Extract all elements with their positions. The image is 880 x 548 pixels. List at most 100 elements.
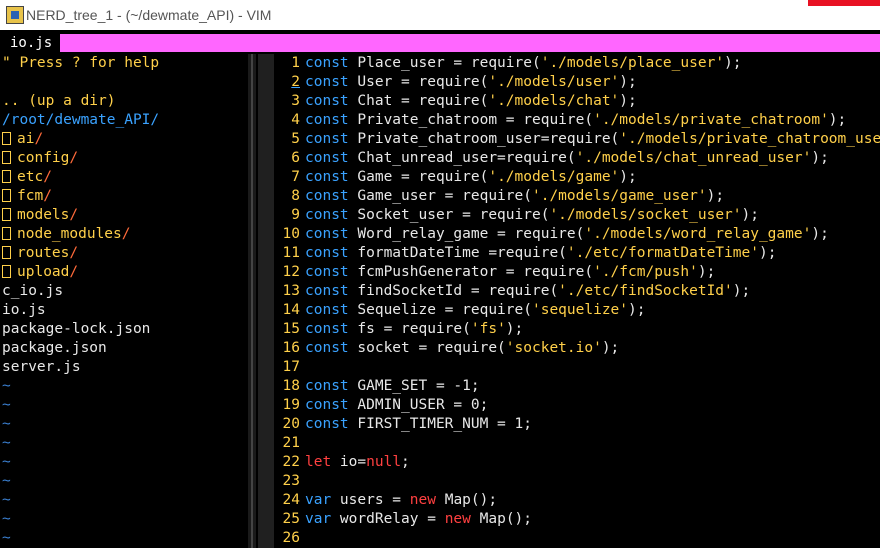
- keyword-special: new: [409, 492, 436, 508]
- code-line[interactable]: 8 const Game_user = require('./models/gam…: [276, 187, 880, 206]
- empty-line-tilde: ~: [2, 492, 11, 508]
- code-line[interactable]: 1 const Place_user = require('./models/pl…: [276, 54, 880, 73]
- code-line[interactable]: 12 const fcmPushGenerator = require('./fc…: [276, 263, 880, 282]
- tree-dir-fcm[interactable]: fcm/: [0, 187, 248, 206]
- tree-dir-config[interactable]: config/: [0, 149, 248, 168]
- line-number: 26: [282, 530, 300, 546]
- tree-file[interactable]: server.js: [0, 358, 248, 377]
- dir-slash: /: [69, 207, 79, 223]
- line-number: 8: [291, 188, 300, 204]
- line-number: 5: [291, 131, 300, 147]
- string-literal: './models/private_chatroom': [593, 112, 829, 128]
- code-line[interactable]: 6 const Chat_unread_user=require('./model…: [276, 149, 880, 168]
- tree-file[interactable]: package-lock.json: [0, 320, 248, 339]
- keyword: const: [305, 55, 349, 71]
- window-separator[interactable]: [248, 54, 256, 548]
- root-path[interactable]: /root/dewmate_API/: [0, 111, 248, 130]
- code-line[interactable]: 13 const findSocketId = require('./etc/fi…: [276, 282, 880, 301]
- tree-file[interactable]: c_io.js: [0, 282, 248, 301]
- code-line[interactable]: 17: [276, 358, 880, 377]
- editor-pane[interactable]: 1 const Place_user = require('./models/pl…: [276, 54, 880, 548]
- line-number: 17: [282, 359, 300, 375]
- code-text: findSocketId = require(: [348, 283, 559, 299]
- code-line[interactable]: 23: [276, 472, 880, 491]
- keyword: const: [305, 93, 349, 109]
- code-line[interactable]: 25 var wordRelay = new Map();: [276, 510, 880, 529]
- code-line[interactable]: 18 const GAME_SET = -1;: [276, 377, 880, 396]
- string-literal: './models/user': [488, 74, 620, 90]
- empty-line-tilde: ~: [2, 511, 11, 527]
- folder-icon: [2, 227, 11, 240]
- code-text: Chat_unread_user=require(: [348, 150, 576, 166]
- tree-file[interactable]: package.json: [0, 339, 248, 358]
- code-text: );: [697, 264, 716, 280]
- line-number: 6: [291, 150, 300, 166]
- code-text: );: [732, 283, 751, 299]
- line-number: 23: [282, 473, 300, 489]
- code-line[interactable]: 20 const FIRST_TIMER_NUM = 1;: [276, 415, 880, 434]
- code-line[interactable]: 5 const Private_chatroom_user=require('./…: [276, 130, 880, 149]
- tree-dir-etc[interactable]: etc/: [0, 168, 248, 187]
- code-text: );: [828, 112, 847, 128]
- code-line[interactable]: 2 const User = require('./models/user');: [276, 73, 880, 92]
- line-number: 14: [282, 302, 300, 318]
- code-text: );: [628, 302, 646, 318]
- code-line[interactable]: 21: [276, 434, 880, 453]
- empty-line-tilde: ~: [2, 435, 11, 451]
- code-line[interactable]: 14 const Sequelize = require('sequelize')…: [276, 301, 880, 320]
- code-text: fs = require(: [348, 321, 471, 337]
- code-text: Game_user = require(: [348, 188, 532, 204]
- code-text: io=: [331, 454, 367, 470]
- code-line[interactable]: 10 const Word_relay_game = require('./mod…: [276, 225, 880, 244]
- code-text: );: [724, 55, 742, 71]
- folder-icon: [2, 208, 11, 221]
- dir-slash: /: [34, 131, 44, 147]
- keyword: const: [305, 416, 349, 432]
- title-bar: NERD_tree_1 - (~/dewmate_API) - VIM: [0, 0, 880, 30]
- line-number: 13: [282, 283, 300, 299]
- tree-dir-routes[interactable]: routes/: [0, 244, 248, 263]
- code-line[interactable]: 7 const Game = require('./models/game');: [276, 168, 880, 187]
- dir-name: ai: [17, 131, 35, 147]
- dir-slash: /: [43, 188, 52, 204]
- string-literal: './models/private_chatroom_user': [619, 131, 880, 147]
- code-text: FIRST_TIMER_NUM = 1;: [348, 416, 532, 432]
- code-line[interactable]: 3 const Chat = require('./models/chat');: [276, 92, 880, 111]
- code-text: Chat = require(: [348, 93, 489, 109]
- code-line[interactable]: 26: [276, 529, 880, 548]
- code-line[interactable]: 19 const ADMIN_USER = 0;: [276, 396, 880, 415]
- string-literal: './models/chat': [488, 93, 620, 109]
- tree-file[interactable]: io.js: [0, 301, 248, 320]
- tree-dir-upload[interactable]: upload/: [0, 263, 248, 282]
- close-button[interactable]: [808, 0, 880, 6]
- keyword-special: let: [305, 454, 332, 470]
- dir-slash: /: [121, 226, 131, 242]
- tree-dir-ai[interactable]: ai/: [0, 130, 248, 149]
- up-dir-link[interactable]: .. (up a dir): [0, 92, 248, 111]
- empty-line-tilde: ~: [2, 454, 11, 470]
- code-text: );: [811, 226, 829, 242]
- keyword: var: [305, 492, 332, 508]
- code-line[interactable]: 11 const formatDateTime =require('./etc/f…: [276, 244, 880, 263]
- code-text: Sequelize = require(: [348, 302, 532, 318]
- line-number: 7: [291, 169, 300, 185]
- dir-name: config: [17, 150, 70, 166]
- code-line[interactable]: 4 const Private_chatroom = require('./mod…: [276, 111, 880, 130]
- code-line[interactable]: 15 const fs = require('fs');: [276, 320, 880, 339]
- code-line[interactable]: 16 const socket = require('socket.io');: [276, 339, 880, 358]
- code-text: wordRelay =: [331, 511, 445, 527]
- code-line[interactable]: 24 var users = new Map();: [276, 491, 880, 510]
- tree-dir-node-modules[interactable]: node_modules/: [0, 225, 248, 244]
- help-hint: " Press ? for help: [2, 55, 160, 71]
- folder-icon: [2, 265, 11, 278]
- empty-line-tilde: ~: [2, 416, 11, 432]
- string-literal: './models/place_user': [540, 55, 725, 71]
- line-number: 15: [282, 321, 300, 337]
- file-name: c_io.js: [2, 283, 64, 299]
- tab-io-js[interactable]: io.js: [0, 34, 61, 52]
- code-line[interactable]: 22 let io=null;: [276, 453, 880, 472]
- code-line[interactable]: 9 const Socket_user = require('./models/s…: [276, 206, 880, 225]
- dir-slash: /: [69, 264, 79, 280]
- tree-dir-models[interactable]: models/: [0, 206, 248, 225]
